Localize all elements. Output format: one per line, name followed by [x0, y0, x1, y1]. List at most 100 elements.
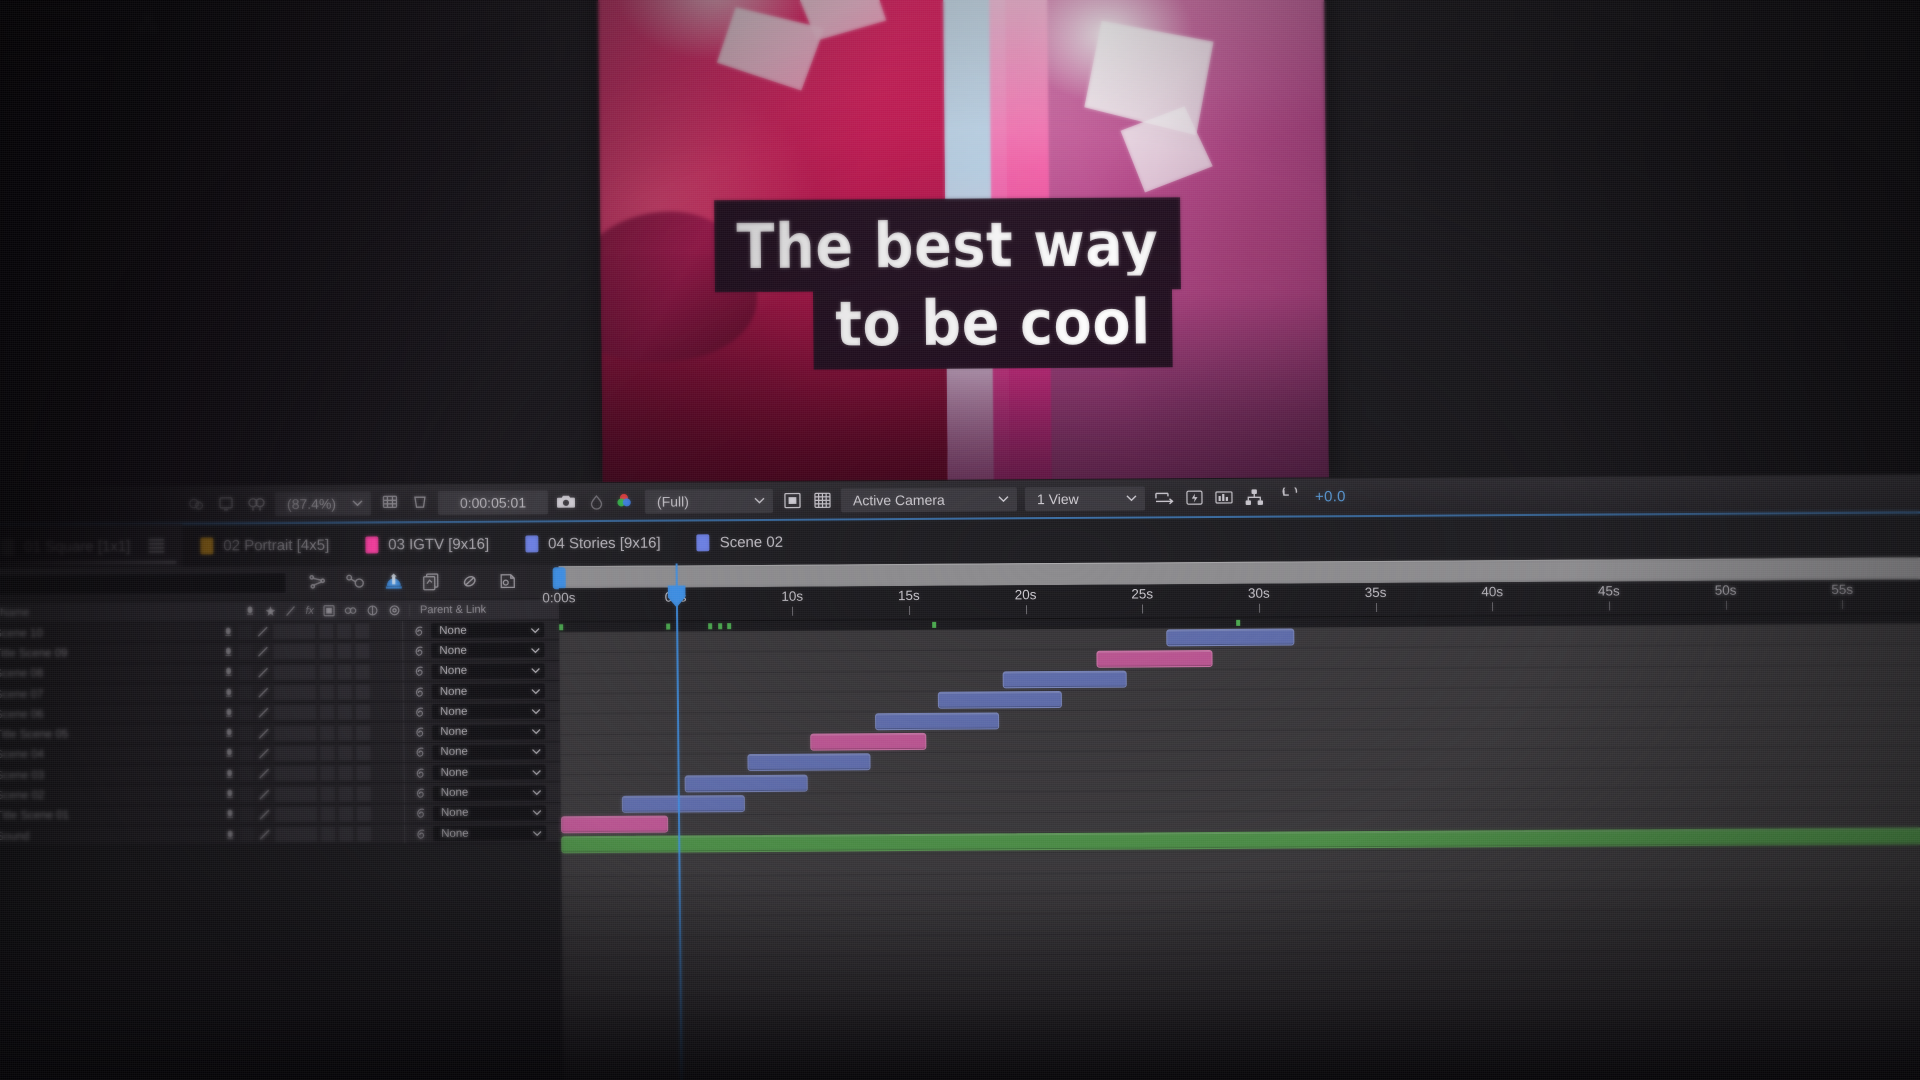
pick-whip-icon[interactable] [413, 786, 427, 800]
audio-icon[interactable] [224, 829, 236, 841]
parent-cell[interactable]: None [402, 640, 553, 661]
comp-tab-menu-icon[interactable] [148, 538, 165, 553]
solo-switch[interactable] [239, 725, 254, 741]
3d-layer-switch[interactable] [355, 643, 370, 660]
solo-switch[interactable] [238, 664, 253, 681]
3d-layer-switch[interactable] [355, 684, 370, 700]
lock-icon[interactable] [256, 625, 269, 638]
project-panel-selected-row[interactable]: Comment [0, 0, 154, 20]
audio-icon[interactable] [224, 809, 236, 821]
timeline-grid[interactable] [559, 623, 1920, 1080]
composition-marker[interactable] [666, 623, 671, 630]
composition-viewer[interactable]: The best way to be cool [597, 0, 1329, 484]
layer-switches[interactable] [222, 623, 402, 640]
exposure-value[interactable]: +0.0 [1315, 488, 1346, 505]
layer-name[interactable]: Title Scene 01 [0, 809, 224, 823]
parent-cell[interactable]: None [403, 721, 554, 743]
layer-name[interactable]: Title Scene 05 [0, 728, 223, 742]
audio-icon[interactable] [223, 667, 235, 679]
composition-marker[interactable] [717, 623, 722, 630]
solo-switch[interactable] [238, 624, 253, 640]
parent-dropdown[interactable]: None [432, 805, 547, 821]
layer-switches[interactable] [224, 765, 404, 782]
parent-cell[interactable]: None [402, 701, 554, 722]
parent-dropdown[interactable]: None [431, 642, 545, 659]
audio-icon[interactable] [223, 687, 235, 699]
3d-layer-switch[interactable] [355, 623, 370, 639]
motion-blur-switch[interactable] [338, 765, 353, 781]
layer-name[interactable]: Scene 07 [0, 687, 223, 701]
layer-list[interactable]: Scene 10 None Title Scene 09 None Scene 08 No… [0, 620, 562, 848]
fx-switch[interactable] [319, 664, 334, 680]
motion-blur-switch[interactable] [337, 623, 352, 639]
lock-icon[interactable] [256, 646, 269, 659]
layer-duration-bar[interactable] [1002, 670, 1127, 689]
parent-dropdown[interactable]: None [433, 825, 547, 842]
region-interest-icon[interactable] [807, 487, 837, 513]
region-of-interest-icon[interactable] [405, 490, 435, 516]
parent-cell[interactable]: None [403, 762, 554, 783]
parent-cell[interactable]: None [402, 660, 553, 682]
timeline-panel[interactable]: Name fx Parent & Link Scene 10 None Title … [0, 555, 1920, 1080]
comp-tab-scene-02[interactable]: Scene 02 [678, 520, 801, 565]
layer-duration-bar[interactable] [621, 794, 746, 813]
motion-blur-switch[interactable] [337, 684, 352, 700]
composition-marker[interactable] [708, 623, 713, 630]
graph-editor-icon[interactable] [420, 569, 444, 593]
pick-whip-icon[interactable] [411, 624, 425, 638]
layer-switches[interactable] [222, 643, 402, 660]
project-item-your-media-text[interactable]: Your Media & Text [4, 25, 104, 40]
pick-whip-icon[interactable] [412, 685, 426, 699]
3d-layer-switch[interactable] [356, 785, 371, 802]
auto-keyframe-icon[interactable] [496, 569, 520, 593]
audio-icon[interactable] [223, 748, 235, 760]
fx-switch[interactable] [321, 826, 336, 842]
solo-switch[interactable] [238, 705, 254, 721]
layer-name[interactable]: Scene 10 [0, 626, 222, 640]
fx-switch[interactable] [319, 684, 334, 700]
fast-preview-icon[interactable] [1179, 485, 1209, 511]
motion-blur-switch[interactable] [337, 664, 352, 680]
fx-switch[interactable] [319, 705, 335, 721]
motion-blur-icon[interactable] [382, 569, 406, 593]
label-cell[interactable] [273, 644, 316, 660]
timeline-graph-icon[interactable] [1209, 484, 1239, 510]
project-item-icons[interactable]: Icons [5, 108, 35, 122]
layer-name[interactable]: Scene 03 [0, 768, 224, 782]
lock-icon[interactable] [257, 727, 270, 740]
motion-blur-switch[interactable] [337, 704, 353, 721]
title-action-safe-icon[interactable] [211, 491, 241, 517]
solo-switch[interactable] [239, 766, 254, 782]
layer-name[interactable]: Scene 04 [0, 748, 223, 762]
resolution-dropdown[interactable]: (Full) [644, 488, 774, 514]
pick-whip-icon[interactable] [412, 746, 426, 760]
audio-icon[interactable] [223, 727, 235, 739]
transparency-grid-icon[interactable] [777, 487, 807, 513]
layer-duration-bar[interactable] [561, 827, 1920, 854]
label-cell[interactable] [273, 684, 316, 701]
comp-tab-02-portrait[interactable]: 02 Portrait [4x5] [182, 523, 347, 568]
label-cell[interactable] [273, 664, 316, 680]
solo-switch[interactable] [239, 746, 254, 762]
current-timecode[interactable]: 0:00:05:01 [437, 489, 549, 515]
solo-switch[interactable] [238, 685, 253, 701]
layer-switches[interactable] [224, 785, 404, 802]
mask-view-icon[interactable] [241, 491, 271, 517]
composition-marker[interactable] [727, 623, 732, 630]
label-cell[interactable] [274, 806, 318, 822]
layer-duration-bar[interactable] [684, 774, 809, 792]
layer-duration-bar[interactable] [1096, 649, 1213, 668]
3d-layer-switch[interactable] [357, 826, 372, 842]
3d-layer-switch[interactable] [355, 704, 371, 720]
fx-switch[interactable] [320, 806, 336, 822]
selection-region-icon[interactable] [181, 491, 211, 517]
view-layout-dropdown[interactable]: 1 View [1024, 485, 1146, 511]
fx-switch[interactable] [320, 765, 335, 782]
solo-switch[interactable] [240, 827, 255, 843]
camera-view-dropdown[interactable]: Active Camera [840, 486, 1018, 512]
work-area-start-handle[interactable] [552, 567, 566, 590]
solo-switch[interactable] [239, 807, 255, 823]
lock-icon[interactable] [257, 686, 270, 699]
parent-dropdown[interactable]: None [431, 622, 545, 639]
motion-blur-switch[interactable] [338, 745, 353, 761]
